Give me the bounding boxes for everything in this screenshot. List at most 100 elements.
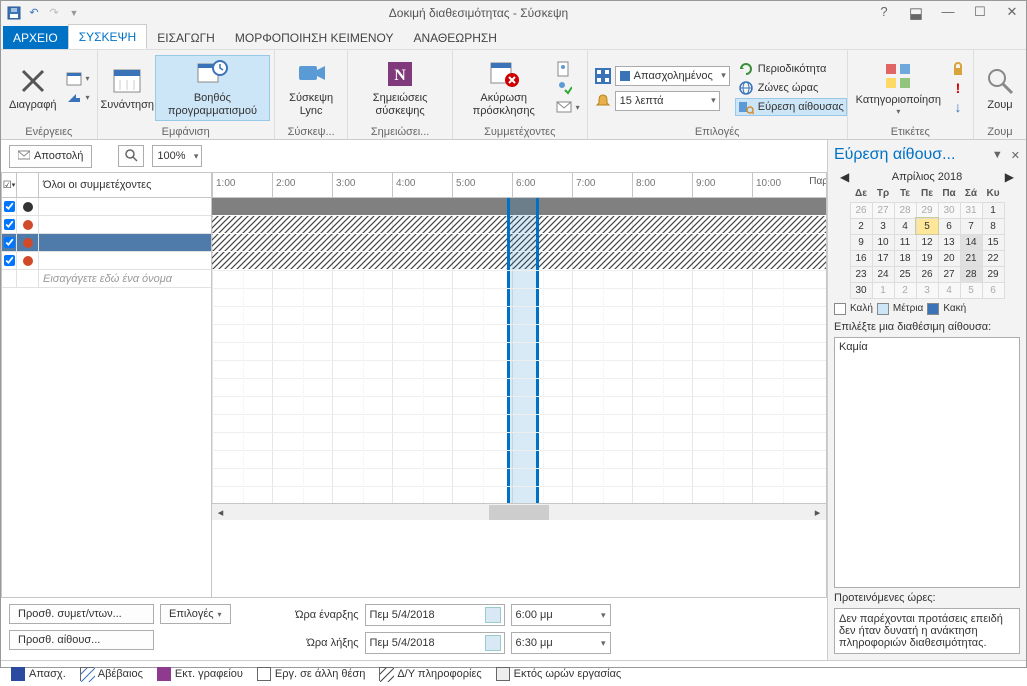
private-small-icon[interactable] [947, 60, 969, 78]
month-calendar[interactable]: ΔεΤρΤεΠεΠαΣάΚυ26272829303112345678910111… [850, 186, 1005, 299]
calendar-day[interactable]: 20 [938, 250, 960, 266]
options-dropdown[interactable]: Επιλογές ▾ [160, 604, 231, 624]
scheduling-assistant-button[interactable]: Βοηθός προγραμματισμού [155, 55, 270, 120]
calendar-day[interactable]: 3 [916, 282, 938, 298]
lync-button[interactable]: Σύσκεψη Lync [279, 56, 344, 119]
calendar-day[interactable]: 18 [894, 250, 916, 266]
attendee-checkbox[interactable] [4, 237, 15, 248]
lowimportance-small-icon[interactable]: ↓ [947, 98, 969, 116]
calendar-day[interactable]: 5 [916, 218, 938, 234]
attendee-row[interactable] [2, 252, 211, 270]
qat-more-icon[interactable]: ▼ [65, 4, 83, 22]
room-finder-toggle[interactable]: Εύρεση αίθουσας [735, 98, 847, 116]
timezones-button[interactable]: Ζώνες ώρας [735, 79, 847, 97]
calendar-day[interactable]: 6 [982, 282, 1004, 298]
start-time-input[interactable]: 6:00 μμ [511, 604, 611, 626]
redo-icon[interactable]: ↷ [45, 4, 63, 22]
ribbon-display-icon[interactable]: ⬓ [906, 4, 926, 22]
close-icon[interactable]: ✕ [1002, 4, 1022, 22]
calendar-day[interactable]: 5 [960, 282, 982, 298]
attendee-checkbox[interactable] [4, 201, 15, 212]
calendar-day[interactable]: 10 [872, 234, 894, 250]
cancel-invite-button[interactable]: Ακύρωση πρόσκλησης [457, 56, 551, 119]
calendar-day[interactable]: 7 [960, 218, 982, 234]
help-icon[interactable]: ? [874, 4, 894, 22]
categorize-button[interactable]: Κατηγοριοποίηση ▾ [852, 58, 945, 118]
calendar-small-icon[interactable]: ▾ [63, 70, 93, 88]
maximize-icon[interactable]: ☐ [970, 4, 990, 22]
highimportance-small-icon[interactable]: ! [947, 79, 969, 97]
zoom-level-dropdown[interactable]: 100% [152, 145, 202, 167]
calendar-day[interactable]: 1 [872, 282, 894, 298]
next-month-icon[interactable]: ▶ [1005, 170, 1014, 184]
calendar-day[interactable]: 26 [916, 266, 938, 282]
calendar-day[interactable]: 24 [872, 266, 894, 282]
undo-icon[interactable]: ↶ [25, 4, 43, 22]
addressbook-small-icon[interactable] [553, 60, 583, 78]
calendar-day[interactable]: 8 [982, 218, 1004, 234]
calendar-day[interactable]: 2 [894, 282, 916, 298]
calendar-day[interactable]: 6 [938, 218, 960, 234]
calendar-day[interactable]: 29 [982, 266, 1004, 282]
calendar-day[interactable]: 30 [850, 282, 872, 298]
calendar-day[interactable]: 4 [894, 218, 916, 234]
available-rooms-list[interactable]: Καμία [834, 337, 1020, 589]
add-attendees-button[interactable]: Προσθ. συμετ/ντων... [9, 604, 154, 624]
add-rooms-button[interactable]: Προσθ. αίθουσ... [9, 630, 154, 650]
calendar-day[interactable]: 3 [872, 218, 894, 234]
calendar-day[interactable]: 4 [938, 282, 960, 298]
all-checkbox-icon[interactable]: ☑▾ [2, 173, 17, 197]
calendar-day[interactable]: 17 [872, 250, 894, 266]
calendar-day[interactable]: 25 [894, 266, 916, 282]
appointment-button[interactable]: Συνάντηση [102, 63, 153, 114]
calendar-day[interactable]: 15 [982, 234, 1004, 250]
send-button[interactable]: Αποστολή [9, 145, 92, 168]
scroll-left-icon[interactable]: ◂ [212, 506, 229, 519]
pane-close-icon[interactable]: ✕ [1011, 149, 1020, 162]
calendar-day[interactable]: 14 [960, 234, 982, 250]
recurrence-button[interactable]: Περιοδικότητα [735, 60, 847, 78]
calendar-day[interactable]: 16 [850, 250, 872, 266]
calendar-day[interactable]: 29 [916, 202, 938, 218]
pane-dropdown-icon[interactable]: ▼ [992, 149, 1003, 161]
end-time-input[interactable]: 6:30 μμ [511, 632, 611, 654]
calendar-day[interactable]: 22 [982, 250, 1004, 266]
reminder-dropdown[interactable]: 15 λεπτά [592, 90, 733, 112]
tab-review[interactable]: ΑΝΑΘΕΩΡΗΣΗ [403, 26, 506, 49]
calendar-day[interactable]: 30 [938, 202, 960, 218]
attendee-row[interactable] [2, 198, 211, 216]
calendar-day[interactable]: 26 [850, 202, 872, 218]
calendar-day[interactable]: 9 [850, 234, 872, 250]
calendar-day[interactable]: 2 [850, 218, 872, 234]
start-date-input[interactable]: Πεμ 5/4/2018 [365, 604, 505, 626]
minimize-icon[interactable]: — [938, 4, 958, 22]
calendar-day[interactable]: 1 [982, 202, 1004, 218]
response-options-small-icon[interactable]: ▾ [553, 98, 583, 116]
scroll-thumb[interactable] [489, 505, 549, 520]
calendar-day[interactable]: 27 [938, 266, 960, 282]
calendar-day[interactable]: 28 [960, 266, 982, 282]
new-attendee-row[interactable]: Εισαγάγετε εδώ ένα όνομα [2, 270, 211, 288]
room-none[interactable]: Καμία [839, 341, 1015, 353]
scroll-right-icon[interactable]: ▸ [809, 506, 826, 519]
forward-small-icon[interactable]: ▾ [63, 89, 93, 107]
meeting-notes-button[interactable]: N Σημειώσεις σύσκεψης [352, 56, 447, 119]
calendar-day[interactable]: 28 [894, 202, 916, 218]
show-as-dropdown[interactable]: Απασχολημένος [592, 65, 733, 87]
calendar-day[interactable]: 31 [960, 202, 982, 218]
calendar-day[interactable]: 27 [872, 202, 894, 218]
calendar-day[interactable]: 13 [938, 234, 960, 250]
save-icon[interactable] [5, 4, 23, 22]
search-button[interactable] [118, 145, 144, 167]
prev-month-icon[interactable]: ◀ [840, 170, 849, 184]
attendee-checkbox[interactable] [4, 255, 15, 266]
checknames-small-icon[interactable] [553, 79, 583, 97]
calendar-day[interactable]: 19 [916, 250, 938, 266]
calendar-day[interactable]: 11 [894, 234, 916, 250]
attendee-row[interactable] [2, 216, 211, 234]
end-date-input[interactable]: Πεμ 5/4/2018 [365, 632, 505, 654]
tab-format[interactable]: ΜΟΡΦΟΠΟΙΗΣΗ ΚΕΙΜΕΝΟΥ [225, 26, 404, 49]
attendee-row[interactable] [2, 234, 211, 252]
calendar-day[interactable]: 23 [850, 266, 872, 282]
tab-file[interactable]: ΑΡΧΕΙΟ [3, 26, 68, 49]
